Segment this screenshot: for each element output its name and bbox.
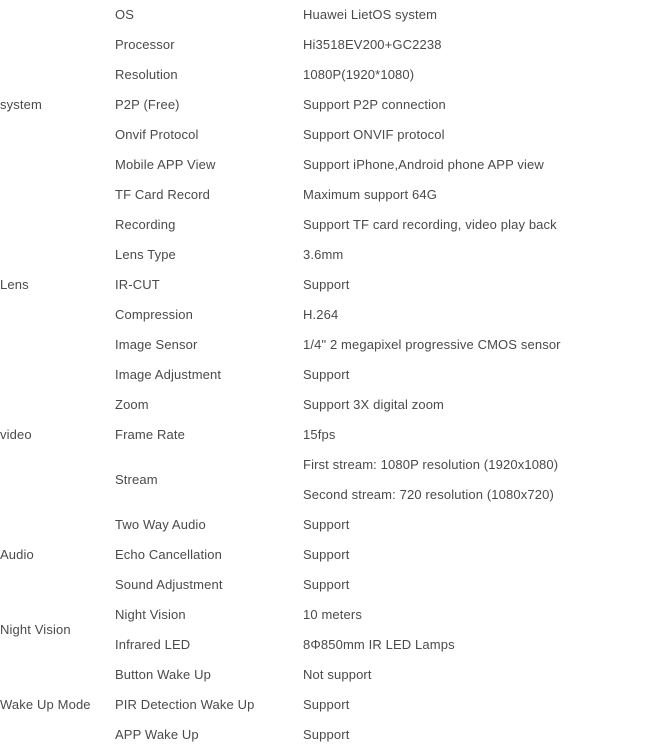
- spec-name-cell: IR-CUT: [115, 276, 160, 292]
- spec-name-cell: APP Wake Up: [115, 726, 199, 742]
- specification-table-body: system OS Huawei LietOS system Processor Hi3…: [0, 0, 646, 750]
- table-row: Audio Two Way Audio Support: [0, 510, 646, 562]
- spec-value-cell: Support ONVIF protocol: [303, 126, 445, 142]
- specification-table: system OS Huawei LietOS system Processor Hi3…: [0, 0, 646, 750]
- spec-value-cell: Maximum support 64G: [303, 186, 437, 202]
- spec-value-cell: Huawei LietOS system: [303, 6, 438, 22]
- spec-name-cell: Infrared LED: [115, 636, 191, 652]
- spec-value-line: Second stream: 720 resolution (1080x720): [303, 487, 554, 502]
- spec-value-cell: Support: [303, 576, 350, 592]
- spec-value-cell: Support: [303, 726, 350, 742]
- table-row: Lens Recording Support TF card recording, …: [0, 210, 646, 292]
- category-cell: Night Vision: [0, 621, 71, 637]
- category-cell: system: [0, 96, 42, 112]
- spec-name-cell: TF Card Record: [115, 186, 211, 202]
- table-row: video Image Adjustment Support: [0, 360, 646, 442]
- category-cell: video: [0, 426, 32, 442]
- spec-value-cell: Support: [303, 516, 350, 532]
- spec-value-multiline: First stream: 1080P resolution (1920x108…: [303, 450, 646, 510]
- spec-value-cell: Support: [303, 366, 350, 382]
- spec-name-cell: Two Way Audio: [115, 516, 206, 532]
- spec-name-cell: Image Sensor: [115, 336, 198, 352]
- spec-value-cell: H.264: [303, 306, 339, 322]
- spec-name-cell: Zoom: [115, 396, 149, 412]
- spec-name-cell: Onvif Protocol: [115, 126, 199, 142]
- spec-name-cell: PIR Detection Wake Up: [115, 696, 255, 712]
- spec-name-cell: Recording: [115, 216, 176, 232]
- spec-name-cell: Image Adjustment: [115, 366, 222, 382]
- category-cell: Wake Up Mode: [0, 696, 91, 712]
- spec-value-cell: Support P2P connection: [303, 96, 446, 112]
- spec-name-cell: Processor: [115, 36, 175, 52]
- spec-name-cell: P2P (Free): [115, 96, 180, 112]
- table-row: Wake Up Mode Button Wake Up Not support: [0, 660, 646, 712]
- spec-value-cell: Support: [303, 546, 350, 562]
- specification-sheet: system OS Huawei LietOS system Processor Hi3…: [0, 0, 646, 750]
- spec-value-cell: Support: [303, 696, 350, 712]
- spec-value-cell: Support: [303, 276, 350, 292]
- spec-name-cell: Mobile APP View: [115, 156, 216, 172]
- spec-value-cell: 1080P(1920*1080): [303, 66, 415, 82]
- spec-value-cell: First stream: 1080P resolution (1920x108…: [303, 450, 646, 510]
- spec-value-cell: Not support: [303, 666, 372, 682]
- spec-value-cell: Hi3518EV200+GC2238: [303, 36, 442, 52]
- spec-name-cell: Lens Type: [115, 246, 176, 262]
- spec-name-cell: Button Wake Up: [115, 666, 211, 682]
- category-cell: Lens: [0, 276, 29, 292]
- spec-name-cell: Resolution: [115, 66, 178, 82]
- spec-value-cell: 1/4" 2 megapixel progressive CMOS sensor: [303, 336, 561, 352]
- category-cell: Audio: [0, 546, 34, 562]
- spec-value-line: First stream: 1080P resolution (1920x108…: [303, 457, 559, 472]
- spec-value-cell: 3.6mm: [303, 246, 344, 262]
- spec-value-cell: Support 3X digital zoom: [303, 396, 445, 412]
- spec-value-cell: 15fps: [303, 426, 336, 442]
- spec-name-cell: Echo Cancellation: [115, 546, 222, 562]
- spec-value-cell: 8Φ850mm IR LED Lamps: [303, 636, 455, 652]
- spec-name-cell: Frame Rate: [115, 426, 185, 442]
- spec-name-cell: Night Vision: [115, 606, 186, 622]
- spec-value-cell: Support TF card recording, video play ba…: [303, 216, 557, 232]
- table-row: system OS Huawei LietOS system: [0, 0, 646, 112]
- spec-value-cell: Support iPhone,Android phone APP view: [303, 156, 544, 172]
- spec-name-cell: OS: [115, 6, 135, 22]
- spec-name-cell: Sound Adjustment: [115, 576, 223, 592]
- spec-value-cell: 10 meters: [303, 606, 362, 622]
- spec-name-cell: Stream: [115, 471, 158, 487]
- spec-name-cell: Compression: [115, 306, 194, 322]
- table-row: Night Vision Night Vision 10 meters: [0, 600, 646, 637]
